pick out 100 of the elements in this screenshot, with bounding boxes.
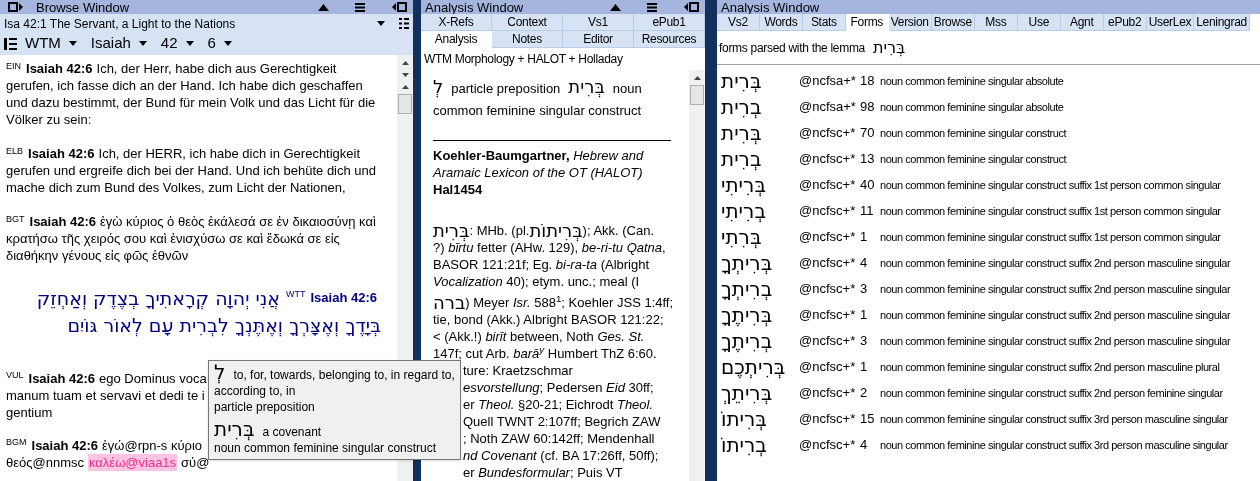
scroll-down-icon[interactable]: [401, 73, 409, 77]
collapse-icon[interactable]: [610, 3, 621, 11]
tab[interactable]: Resources: [634, 31, 705, 48]
hebrew-form[interactable]: בְּרִיתוֹ: [721, 407, 767, 431]
parsing-text: noun common feminine singular construct: [880, 125, 1067, 141]
hebrew-form[interactable]: בְרִיתוֹ: [721, 433, 767, 457]
tab[interactable]: Leningrad: [1194, 14, 1250, 31]
hebrew-form[interactable]: בְּרִיתֶךָ: [721, 303, 773, 327]
selector-dropdown[interactable]: Isaiah: [90, 32, 147, 55]
form-count: 2: [860, 384, 869, 403]
selector-dropdown[interactable]: 42: [160, 32, 194, 55]
tab[interactable]: Editor: [563, 31, 634, 48]
window-title: Browse Window: [35, 0, 130, 14]
parsing-text: particle preposition: [214, 399, 316, 415]
hebrew-form[interactable]: בְּרִית: [721, 121, 762, 145]
morph-code: @ncfsc+*: [799, 202, 857, 221]
selector-dropdown[interactable]: 6: [207, 32, 232, 55]
morph-code: @ncfsc+*: [799, 228, 857, 247]
parsing-text: noun common feminine singular construct: [214, 441, 438, 456]
tab[interactable]: X-Refs: [421, 14, 492, 31]
hebrew-form[interactable]: בְּרִיתְךָ: [721, 251, 773, 275]
hebrew-form[interactable]: בְּרִיתִי: [721, 173, 766, 197]
hebrew-form[interactable]: בְּרִיתֵךְ: [721, 381, 773, 405]
verse-reference[interactable]: Isaiah 42:6: [31, 437, 98, 454]
tab[interactable]: Vs2: [717, 14, 760, 31]
morph-code: @ncfsc+*: [799, 384, 857, 403]
tab[interactable]: Mss: [974, 14, 1018, 31]
passage-title[interactable]: Isa 42:1 The Servant, a Light to the Nations: [4, 14, 377, 33]
hebrew-form[interactable]: בְּרִתִי: [721, 225, 762, 249]
hebrew-form[interactable]: בְרִית: [721, 95, 762, 119]
lexicon-text: nd Covenant (cf. BA 17:26ff, 50ff);: [463, 447, 659, 464]
lexicon-text: ?) bīrtu fetter (AHw. 129), be-ri-tu Qatna,: [433, 240, 666, 256]
source-label: WTM Morphology + HALOT + Holladay: [423, 51, 624, 68]
form-count: 98: [860, 98, 876, 117]
parsing-text: noun common feminine singular construct suffix 3rd person masculine singular: [880, 437, 1228, 453]
scrollbar[interactable]: [689, 70, 705, 481]
hebrew-form[interactable]: בְרִיתִי: [721, 199, 766, 223]
tab[interactable]: Use: [1017, 14, 1061, 31]
hebrew-form[interactable]: בְּרִית: [721, 69, 762, 93]
tab[interactable]: Version: [888, 14, 932, 31]
scrollbar-thumb[interactable]: [690, 85, 704, 105]
collapse-icon[interactable]: [318, 3, 329, 11]
hebrew-verse-line: אֲנִי יְהוָה קְרָאתִיךָ בְצֶדֶק וְאַחְזֵק: [36, 285, 280, 311]
selector-dropdown[interactable]: WTM: [25, 32, 77, 55]
panel-toggle-icon[interactable]: [683, 2, 699, 12]
lexicon-title: Koehler-Baumgartner, Hebrew and Aramaic Lexicon of the OT (HALOT): [433, 147, 645, 181]
caret-icon: [377, 21, 385, 26]
caret-icon: [185, 41, 194, 46]
hebrew-form[interactable]: בְּרִיתְכֶם: [721, 355, 786, 379]
menu-icon[interactable]: [647, 2, 657, 12]
tab[interactable]: ePub2: [1103, 14, 1147, 31]
form-count: 70: [860, 124, 876, 143]
form-count: 1: [860, 306, 869, 325]
tab[interactable]: Context: [492, 14, 563, 31]
tab[interactable]: Words: [759, 14, 803, 31]
scroll-up-icon[interactable]: [401, 61, 409, 65]
form-count: 15: [860, 410, 876, 429]
lexicon-text: ture: Kraetzschmar: [463, 362, 573, 379]
morph-code: @ncfsa+*: [799, 72, 857, 91]
outline-icon[interactable]: [4, 37, 17, 50]
scrollbar-thumb[interactable]: [398, 94, 412, 114]
parsing-text: noun common feminine singular construct suffix 1st person common singular: [880, 229, 1221, 245]
hebrew-form[interactable]: בְרִיתֶךָ: [721, 329, 773, 353]
lemma-word[interactable]: בְּרִית: [872, 35, 906, 60]
parsing-text: noun common feminine singular construct suffix 3rd person masculine singular: [880, 411, 1228, 427]
verse-text: gentium: [6, 404, 53, 421]
hebrew-form[interactable]: בְרִיתְךָ: [721, 277, 773, 301]
panel-toggle-icon[interactable]: [8, 2, 24, 12]
morph-code: @ncfsc+*: [799, 332, 857, 351]
lexicon-text: tie, bond (Akk.) Albright BASOR 121:22;: [433, 311, 664, 328]
hebrew-form[interactable]: בְרִית: [721, 147, 762, 171]
tab[interactable]: Stats: [802, 14, 846, 31]
verse-reference[interactable]: Isaiah 42:6: [310, 289, 377, 306]
caret-icon: [223, 41, 232, 46]
parsing-text: noun common feminine singular construct suffix 2nd person masculine plural: [880, 359, 1220, 375]
tab[interactable]: ePub1: [634, 14, 705, 31]
verse-reference[interactable]: Isaiah 42:6: [26, 61, 93, 76]
list-icon[interactable]: [399, 18, 409, 29]
version-label: VUL: [6, 369, 24, 380]
parsing-text: noun common feminine singular construct suffix 2nd person masculine singular: [880, 333, 1231, 349]
tab[interactable]: Browse: [931, 14, 975, 31]
scroll-up-icon[interactable]: [401, 85, 409, 89]
window-title: Analysis Window: [720, 0, 820, 14]
parsing-text: noun common feminine singular construct suffix 2nd person feminine singular: [880, 385, 1223, 401]
verse-text: ego Dominus voca: [99, 370, 207, 387]
tab[interactable]: Agnt: [1060, 14, 1104, 31]
parsing-text: noun common feminine singular absolute: [880, 99, 1064, 115]
verse-reference[interactable]: Isaiah 42:6: [28, 146, 95, 161]
menu-icon[interactable]: [355, 2, 365, 12]
tab[interactable]: Notes: [492, 31, 563, 48]
verse-reference[interactable]: Isaiah 42:6: [28, 370, 95, 387]
verse-text: BGT Isaiah 42:6 ἐγὼ κύριος ὁ θεὸς ἐκάλεσά σε ἐν δικαιοσύνῃ καὶ κρατήσω τῆς χειρός σου καὶ ἐνισχύσω σε καὶ ἔδωκά σε εἰς διαθήκην γένους εἰς φῶς ἐθνῶν: [6, 213, 377, 264]
panel-toggle-icon[interactable]: [391, 2, 407, 12]
scroll-up-icon[interactable]: [693, 76, 701, 80]
verse-reference[interactable]: Isaiah 42:6: [29, 214, 96, 229]
lexicon-text: esvorstellung; Pedersen Eid 30ff;: [463, 379, 654, 396]
lemma-label: forms parsed with the lemma: [719, 39, 865, 57]
tab[interactable]: UserLex: [1146, 14, 1195, 31]
window-title: Analysis Window: [424, 0, 524, 14]
tab[interactable]: Vs1: [563, 14, 634, 31]
